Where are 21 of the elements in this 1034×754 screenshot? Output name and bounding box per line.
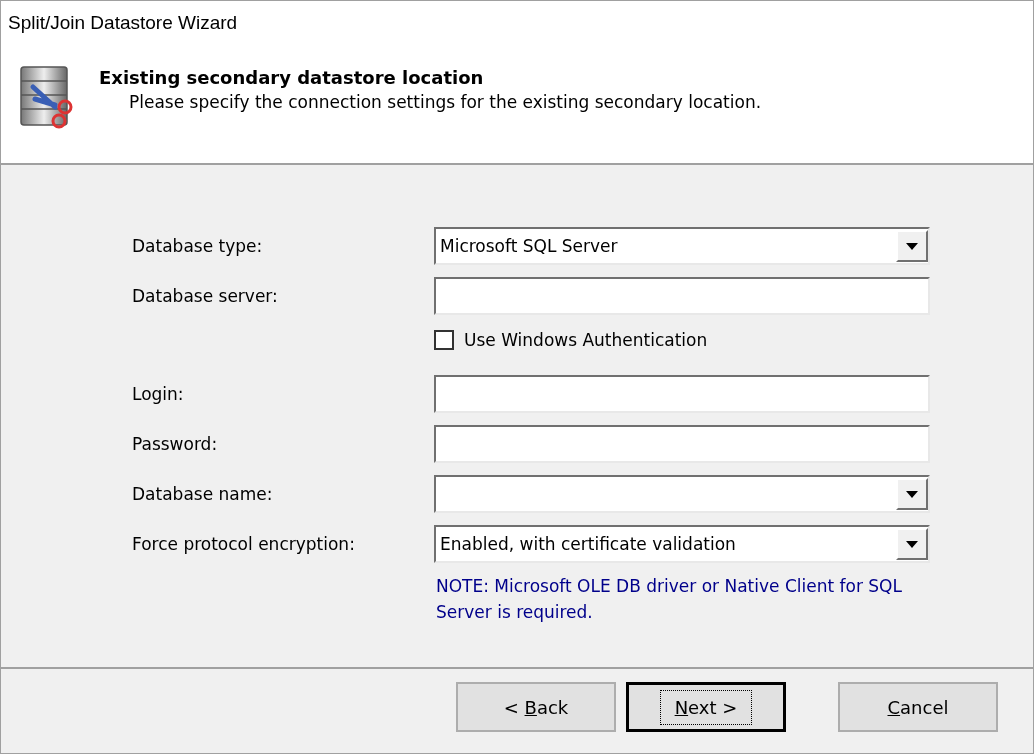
- wizard-button[interactable]: Cancel: [838, 682, 998, 732]
- wizard-button[interactable]: Next >: [626, 682, 786, 732]
- input-field[interactable]: [434, 425, 930, 463]
- dropdown-field[interactable]: Enabled, with certificate validation: [434, 525, 930, 563]
- page-title: Existing secondary datastore location: [99, 67, 485, 88]
- dropdown-field[interactable]: [434, 475, 930, 513]
- checkbox-label[interactable]: Use Windows Authentication: [464, 330, 708, 350]
- field-label: Login:: [132, 384, 185, 404]
- checkbox[interactable]: [434, 330, 454, 350]
- wizard-button[interactable]: < Back: [456, 682, 616, 732]
- page-subtitle: Please specify the connection settings for the existing secondary location.: [128, 92, 762, 112]
- field-label: Database server:: [132, 286, 279, 306]
- field-label: Password:: [132, 434, 219, 454]
- field-label: Force protocol encryption:: [132, 534, 356, 554]
- window-title: Split/Join Datastore Wizard: [8, 12, 238, 34]
- field-label: Database type:: [132, 236, 264, 256]
- dropdown-field[interactable]: Microsoft SQL Server: [434, 227, 930, 265]
- note-text: NOTE: Microsoft OLE DB driver or Native Client for SQL Server is required.: [435, 575, 903, 624]
- field-label: Database name:: [132, 484, 274, 504]
- input-field[interactable]: [434, 375, 930, 413]
- input-field[interactable]: [434, 277, 930, 315]
